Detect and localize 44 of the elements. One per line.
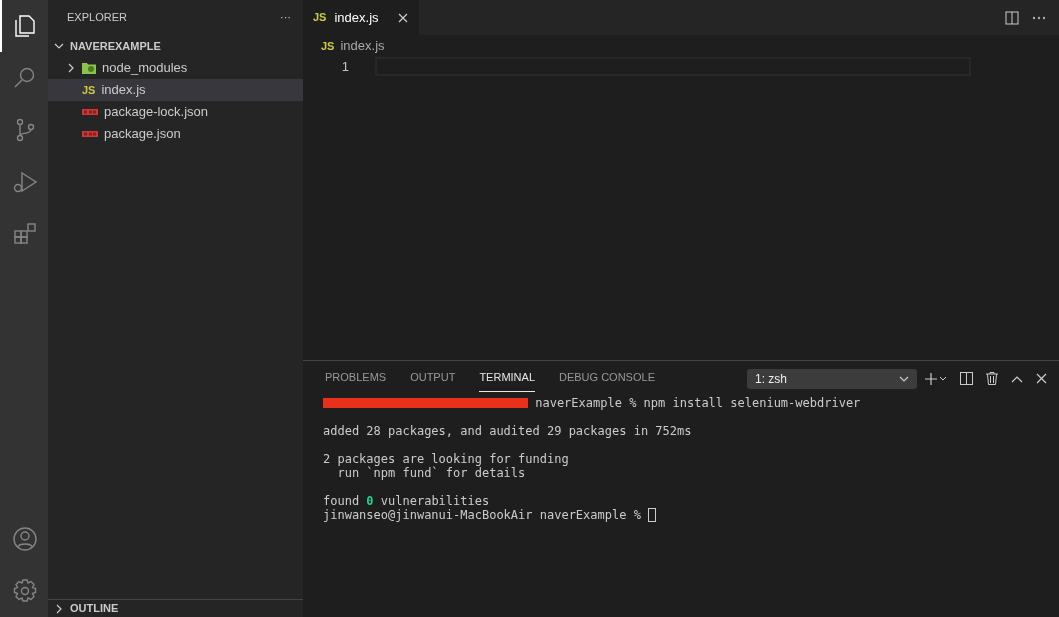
trash-icon[interactable]: [986, 372, 998, 385]
panel-tab[interactable]: DEBUG CONSOLE: [559, 365, 655, 392]
js-file-icon: JS: [313, 9, 327, 26]
settings-icon[interactable]: [11, 577, 39, 605]
maximize-panel-icon[interactable]: [1011, 374, 1023, 383]
file-item[interactable]: node_modules: [48, 57, 303, 79]
editor-tab[interactable]: JS index.js: [303, 0, 419, 35]
file-item[interactable]: JS index.js: [48, 79, 303, 101]
terminal-line: run `npm fund` for details: [336, 466, 526, 480]
more-actions-icon[interactable]: [1032, 15, 1046, 20]
file-item[interactable]: package.json: [48, 123, 303, 145]
js-file-icon: JS: [82, 81, 96, 99]
close-icon[interactable]: [396, 11, 409, 24]
breadcrumb[interactable]: JS index.js: [303, 35, 1059, 57]
folder-icon: [82, 62, 96, 74]
terminal-line: naverExample % npm install selenium-webdriver: [534, 396, 861, 410]
split-editor-icon[interactable]: [1005, 10, 1019, 25]
chevron-icon[interactable]: [66, 63, 76, 73]
outline-header[interactable]: OUTLINE: [70, 600, 119, 617]
npm-file-icon: [82, 108, 98, 116]
terminal-line: 2 packages are looking for funding: [323, 452, 569, 466]
close-icon[interactable]: [1036, 373, 1047, 384]
panel-tab[interactable]: TERMINAL: [479, 365, 535, 392]
add-terminal-icon[interactable]: [925, 372, 947, 385]
js-file-icon: JS: [321, 37, 335, 55]
split-terminal-icon[interactable]: [960, 372, 973, 385]
account-icon[interactable]: [11, 525, 39, 553]
chevron-icon[interactable]: [54, 41, 64, 51]
sidebar-title: EXPLORER: [67, 10, 127, 26]
chevron-icon[interactable]: [54, 603, 64, 614]
line-number: 1: [340, 57, 349, 76]
terminal-line: jinwanseo@jinwanui-MacBookAir naverExample %: [323, 508, 642, 522]
chevron-icon[interactable]: [899, 375, 909, 382]
more-actions-button[interactable]: ···: [280, 9, 291, 26]
terminal-line: added 28 packages, and audited 29 packages in 752ms: [323, 424, 692, 438]
terminal-dropdown[interactable]: 1: zsh: [747, 368, 917, 389]
npm-file-icon: [82, 130, 98, 138]
panel-tab[interactable]: OUTPUT: [410, 365, 456, 392]
terminal-text: vulnerabilities: [379, 494, 490, 508]
panel-tab[interactable]: PROBLEMS: [325, 365, 387, 392]
terminal-text: 0: [366, 494, 374, 508]
folder-name[interactable]: NAVEREXAMPLE: [70, 37, 161, 55]
file-item[interactable]: package-lock.json: [48, 101, 303, 123]
terminal-text: found: [323, 494, 361, 508]
